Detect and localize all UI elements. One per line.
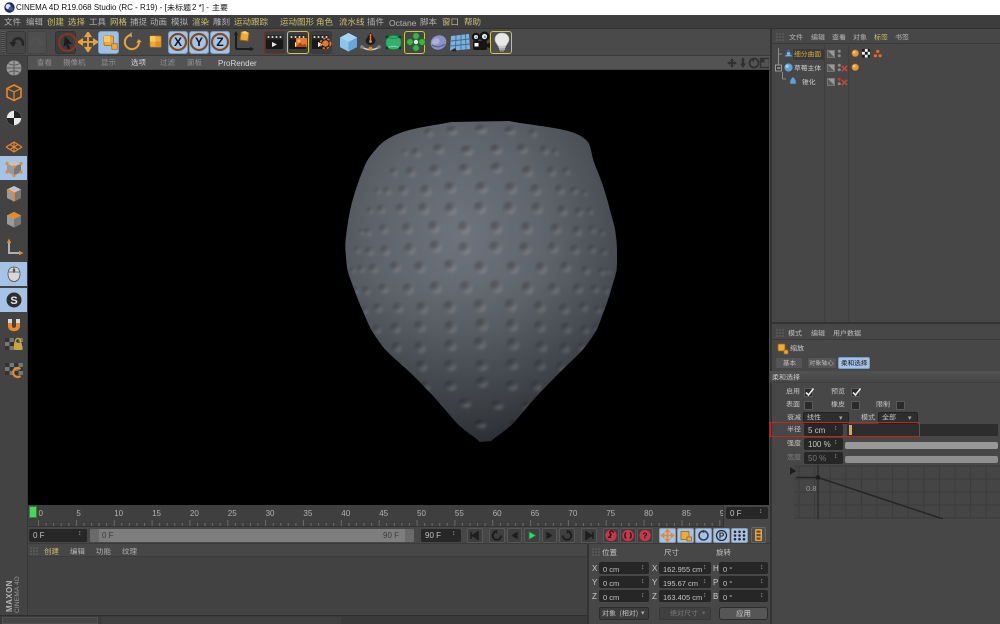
- svg-text:P: P: [719, 532, 725, 541]
- svg-text:10: 10: [114, 509, 123, 518]
- svg-text:Y: Y: [195, 35, 203, 49]
- svg-text:85: 85: [682, 509, 691, 518]
- svg-text:25: 25: [228, 509, 237, 518]
- svg-text:50: 50: [417, 509, 426, 518]
- svg-text:Z: Z: [216, 35, 223, 49]
- svg-text:?: ?: [642, 531, 647, 541]
- svg-text:0: 0: [39, 509, 44, 518]
- svg-text:65: 65: [531, 509, 540, 518]
- svg-text:55: 55: [455, 509, 464, 518]
- svg-text:70: 70: [568, 509, 577, 518]
- svg-text:40: 40: [341, 509, 350, 518]
- svg-text:30: 30: [266, 509, 275, 518]
- svg-text:75: 75: [606, 509, 615, 518]
- svg-text:35: 35: [303, 509, 312, 518]
- svg-text:S: S: [10, 295, 17, 307]
- svg-text:X: X: [174, 35, 182, 49]
- svg-text:15: 15: [152, 509, 161, 518]
- svg-text:45: 45: [379, 509, 388, 518]
- svg-text:20: 20: [190, 509, 199, 518]
- svg-text:60: 60: [493, 509, 502, 518]
- svg-text:80: 80: [644, 509, 653, 518]
- svg-text:5: 5: [76, 509, 81, 518]
